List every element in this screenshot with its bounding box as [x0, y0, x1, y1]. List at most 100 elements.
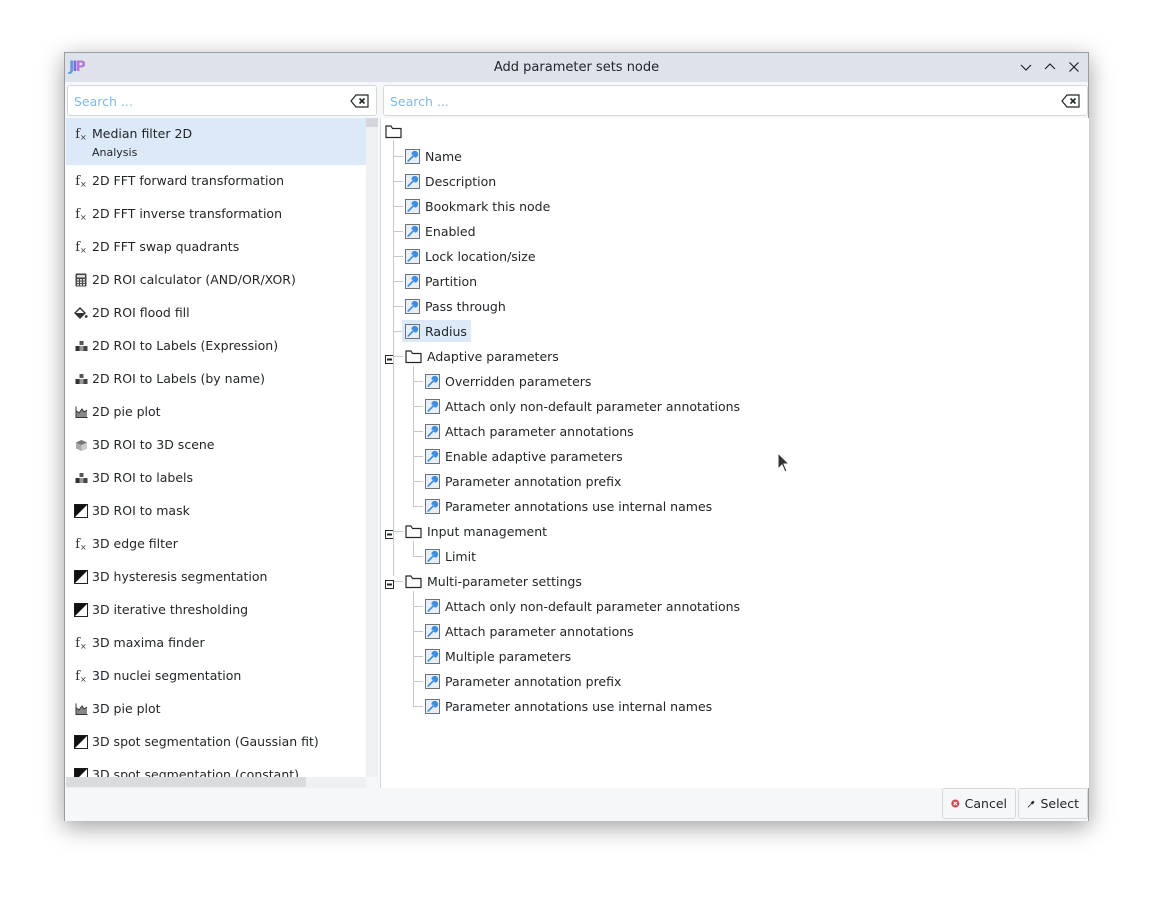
- parameter-icon: [425, 373, 440, 389]
- parameter-tree: Name Description Bookmark this node Enabled…: [381, 118, 1089, 788]
- tree-item-parameter[interactable]: Enable adaptive parameters: [422, 445, 627, 467]
- tree-item-parameter[interactable]: Attach parameter annotations: [422, 420, 638, 442]
- tree-item-label: Name: [425, 148, 462, 164]
- algorithm-list-item[interactable]: 3D spot segmentation (constant): [66, 759, 366, 777]
- tree-item-parameter[interactable]: Enabled: [402, 220, 480, 242]
- clear-search-icon[interactable]: [1061, 93, 1081, 109]
- tree-item-parameter[interactable]: Parameter annotation prefix: [422, 670, 625, 692]
- algorithm-list-item[interactable]: 3D ROI to 3D scene: [66, 429, 366, 462]
- function-icon: f×: [75, 536, 87, 552]
- algorithm-list-item[interactable]: 2D ROI calculator (AND/OR/XOR): [66, 264, 366, 297]
- minus-icon: [385, 580, 394, 589]
- algorithm-list-item[interactable]: 2D ROI to Labels (by name): [66, 363, 366, 396]
- tree-item-parameter[interactable]: Partition: [402, 270, 481, 292]
- algorithm-label: 3D edge filter: [92, 536, 178, 551]
- algorithm-label: 3D maxima finder: [92, 635, 205, 650]
- tree-root[interactable]: [382, 120, 411, 142]
- eyedropper-icon: [1027, 800, 1035, 808]
- algorithm-list-item[interactable]: 3D pie plot: [66, 693, 366, 726]
- algorithm-label: 2D ROI to Labels (Expression): [92, 338, 279, 353]
- tree-item-parameter[interactable]: Name: [402, 145, 466, 167]
- cancel-button[interactable]: Cancel: [942, 788, 1016, 819]
- clear-search-icon[interactable]: [350, 93, 370, 109]
- tree-item-label: Parameter annotations use internal names: [445, 698, 713, 714]
- threshold-icon: [74, 570, 88, 584]
- tree-item-label: Radius: [425, 323, 467, 339]
- tree-item-parameter[interactable]: Description: [402, 170, 500, 192]
- tree-item-parameter[interactable]: Parameter annotations use internal names: [422, 495, 716, 517]
- tree-item-label: Lock location/size: [425, 248, 536, 264]
- title-bar[interactable]: JIP Add parameter sets node: [65, 53, 1088, 82]
- parameter-icon: [425, 398, 440, 414]
- function-icon: f×: [75, 239, 87, 255]
- tree-item-parameter[interactable]: Limit: [422, 545, 480, 567]
- labels-icon: [74, 471, 88, 485]
- algorithm-list-item[interactable]: 2D ROI flood fill: [66, 297, 366, 330]
- tree-item-label: Multi-parameter settings: [427, 573, 582, 589]
- tree-item-label: Bookmark this node: [425, 198, 551, 214]
- collapse-toggle[interactable]: [385, 577, 394, 589]
- algorithm-label: 2D FFT inverse transformation: [92, 206, 283, 221]
- algorithm-list-item[interactable]: f× 3D maxima finder: [66, 627, 366, 660]
- algorithm-list-item[interactable]: f× 3D edge filter: [66, 528, 366, 561]
- chevron-up-icon: [1044, 63, 1056, 70]
- maximize-button[interactable]: [1040, 57, 1060, 77]
- vertical-scrollbar-thumb[interactable]: [366, 118, 378, 127]
- algorithm-label: 2D pie plot: [92, 404, 161, 419]
- tree-item-parameter[interactable]: Parameter annotations use internal names: [422, 695, 716, 717]
- algorithm-list-item[interactable]: f× 2D FFT forward transformation: [66, 165, 366, 198]
- tree-item-parameter[interactable]: Overridden parameters: [422, 370, 595, 392]
- tree-connector: [413, 591, 414, 706]
- tree-item-parameter[interactable]: Attach only non-default parameter annota…: [422, 395, 744, 417]
- close-button[interactable]: [1064, 57, 1084, 77]
- parameter-icon: [425, 498, 440, 514]
- parameter-search-input[interactable]: [388, 91, 1055, 112]
- algorithm-list-item[interactable]: 3D hysteresis segmentation: [66, 561, 366, 594]
- algorithm-list-item[interactable]: 3D spot segmentation (Gaussian fit): [66, 726, 366, 759]
- vertical-scrollbar[interactable]: [366, 118, 378, 777]
- tree-item-label: Enabled: [425, 223, 476, 239]
- tree-item-parameter[interactable]: Lock location/size: [402, 245, 540, 267]
- parameter-icon: [425, 623, 440, 639]
- algorithm-label: 2D ROI to Labels (by name): [92, 371, 265, 386]
- tree-item-label: Parameter annotation prefix: [445, 673, 622, 689]
- tree-item-label: Attach parameter annotations: [445, 623, 634, 639]
- algorithm-label: 3D pie plot: [92, 701, 161, 716]
- tree-item-label: Description: [425, 173, 497, 189]
- algorithm-list-item[interactable]: f× 3D nuclei segmentation: [66, 660, 366, 693]
- parameter-icon: [405, 323, 420, 339]
- tree-item-label: Adaptive parameters: [427, 348, 559, 364]
- tree-item-parameter[interactable]: Radius: [402, 320, 471, 342]
- tree-item-parameter[interactable]: Attach only non-default parameter annota…: [422, 595, 744, 617]
- cancel-icon: [951, 799, 960, 808]
- labels-icon: [74, 339, 88, 353]
- tree-item-parameter[interactable]: Pass through: [402, 295, 510, 317]
- parameter-icon: [425, 423, 440, 439]
- algorithm-search-input[interactable]: [72, 91, 344, 112]
- tree-item-parameter[interactable]: Multiple parameters: [422, 645, 575, 667]
- calculator-icon: [74, 273, 88, 287]
- parameter-icon: [425, 598, 440, 614]
- tree-item-parameter[interactable]: Attach parameter annotations: [422, 620, 638, 642]
- horizontal-scrollbar-thumb[interactable]: [66, 777, 306, 787]
- select-button[interactable]: Select: [1018, 788, 1088, 819]
- algorithm-list-item[interactable]: 3D iterative thresholding: [66, 594, 366, 627]
- algorithm-list-item[interactable]: 2D ROI to Labels (Expression): [66, 330, 366, 363]
- algorithm-list-item[interactable]: 3D ROI to labels: [66, 462, 366, 495]
- algorithm-label: 2D ROI flood fill: [92, 305, 190, 320]
- tree-item-label: Overridden parameters: [445, 373, 592, 389]
- algorithm-list-item[interactable]: f× 2D FFT inverse transformation: [66, 198, 366, 231]
- algorithm-label: 2D FFT swap quadrants: [92, 239, 240, 254]
- algorithm-list-item[interactable]: f× 2D FFT swap quadrants: [66, 231, 366, 264]
- algorithm-list-item[interactable]: 3D ROI to mask: [66, 495, 366, 528]
- tree-item-parameter[interactable]: Bookmark this node: [402, 195, 554, 217]
- tree-item-parameter[interactable]: Parameter annotation prefix: [422, 470, 625, 492]
- algorithm-list-item[interactable]: 2D pie plot: [66, 396, 366, 429]
- tree-item-group[interactable]: Multi-parameter settings: [402, 570, 586, 592]
- tree-item-group[interactable]: Adaptive parameters: [402, 345, 563, 367]
- tree-item-group[interactable]: Input management: [402, 520, 551, 542]
- minimize-button[interactable]: [1016, 57, 1036, 77]
- algorithm-list-item[interactable]: f× Median filter 2D Analysis: [66, 118, 366, 165]
- folder-icon: [385, 124, 402, 139]
- select-label: Select: [1040, 796, 1079, 811]
